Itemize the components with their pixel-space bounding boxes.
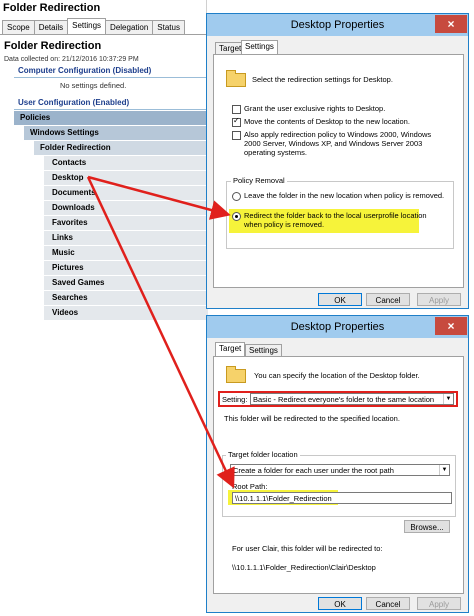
target-pane: You can specify the location of the Desk… <box>213 356 464 594</box>
close-icon[interactable]: × <box>435 317 467 335</box>
browse-button[interactable]: Browse... <box>404 520 450 533</box>
tab-settings[interactable]: Settings <box>241 40 278 55</box>
dialog-title: Desktop Properties <box>290 321 385 333</box>
setting-dropdown-value: Basic - Redirect everyone's folder to th… <box>253 395 435 404</box>
tree-folder-redirection[interactable]: Folder Redirection <box>34 141 206 155</box>
tree-item-links[interactable]: Links <box>44 231 208 246</box>
report-heading: Folder Redirection <box>4 40 102 52</box>
title-bar[interactable]: Desktop Properties × <box>207 316 468 338</box>
apply-button[interactable]: Apply <box>417 293 461 306</box>
move-contents-checkbox[interactable] <box>232 116 241 127</box>
legacy-os-checkbox[interactable] <box>232 131 241 140</box>
target-location-value: Create a folder for each user under the … <box>233 466 394 475</box>
setting-dropdown[interactable]: Basic - Redirect everyone's folder to th… <box>250 393 454 405</box>
section-line <box>14 77 206 78</box>
target-location-dropdown[interactable]: Create a folder for each user under the … <box>230 464 450 476</box>
tree-item-downloads[interactable]: Downloads <box>44 201 208 216</box>
tree-item-desktop[interactable]: Desktop <box>44 171 208 186</box>
gpmc-tabs: Scope Details Settings Delegation Status <box>2 18 185 34</box>
setting-label: Setting: <box>222 395 248 404</box>
redirect-note: This folder will be redirected to the sp… <box>224 414 400 423</box>
ok-button[interactable]: OK <box>318 597 362 610</box>
desktop-properties-settings-dialog: Desktop Properties × Target Settings Sel… <box>206 13 469 309</box>
ok-button[interactable]: OK <box>318 293 362 306</box>
tab-scope[interactable]: Scope <box>2 20 35 34</box>
tree-item-contacts[interactable]: Contacts <box>44 156 208 171</box>
folder-icon <box>226 366 246 383</box>
computer-config-section[interactable]: Computer Configuration (Disabled) <box>18 66 151 75</box>
gpo-title: Folder Redirection <box>3 2 101 14</box>
move-contents-label: Move the contents of Desktop to the new … <box>244 117 410 126</box>
tree-item-documents[interactable]: Documents <box>44 186 208 201</box>
tree-item-saved-games[interactable]: Saved Games <box>44 276 208 291</box>
chevron-down-icon: ▼ <box>439 465 449 475</box>
leave-folder-label: Leave the folder in the new location whe… <box>244 191 445 200</box>
section-line <box>14 109 206 110</box>
tab-status[interactable]: Status <box>152 20 185 34</box>
root-path-input[interactable]: \\10.1.1.1\Folder_Redirection <box>232 492 452 504</box>
user-config-section[interactable]: User Configuration (Enabled) <box>18 98 129 107</box>
redirect-path-text: \\10.1.1.1\Folder_Redirection\Clair\Desk… <box>232 563 376 572</box>
tab-divider <box>0 34 206 35</box>
tree-item-favorites[interactable]: Favorites <box>44 216 208 231</box>
desktop-properties-target-dialog: Desktop Properties × Target Settings You… <box>206 315 469 613</box>
title-bar[interactable]: Desktop Properties × <box>207 14 468 36</box>
for-user-note: For user Clair, this folder will be redi… <box>232 544 383 553</box>
tree-item-videos[interactable]: Videos <box>44 306 208 321</box>
tree-item-searches[interactable]: Searches <box>44 291 208 306</box>
cancel-button[interactable]: Cancel <box>366 597 410 610</box>
tab-delegation[interactable]: Delegation <box>105 20 154 34</box>
close-icon[interactable]: × <box>435 15 467 33</box>
cancel-button[interactable]: Cancel <box>366 293 410 306</box>
data-collected-text: Data collected on: 21/12/2016 10:37:29 P… <box>4 56 139 63</box>
apply-button[interactable]: Apply <box>417 597 461 610</box>
exclusive-rights-checkbox[interactable] <box>232 105 241 114</box>
chevron-down-icon: ▼ <box>443 394 453 404</box>
dialog-title: Desktop Properties <box>290 19 385 31</box>
leave-folder-radio[interactable] <box>232 192 241 201</box>
target-intro: You can specify the location of the Desk… <box>254 371 420 380</box>
redirect-back-radio[interactable] <box>232 212 241 221</box>
exclusive-rights-label: Grant the user exclusive rights to Deskt… <box>244 104 386 113</box>
settings-intro: Select the redirection settings for Desk… <box>252 75 393 84</box>
settings-pane: Select the redirection settings for Desk… <box>213 54 464 288</box>
gpmc-report-panel: Folder Redirection Scope Details Setting… <box>0 0 208 330</box>
legacy-os-label: Also apply redirection policy to Windows… <box>244 130 432 157</box>
tree-item-music[interactable]: Music <box>44 246 208 261</box>
redirect-back-label: Redirect the folder back to the local us… <box>244 211 427 229</box>
folder-icon <box>226 70 246 87</box>
no-settings-text: No settings defined. <box>60 81 127 90</box>
policy-removal-label: Policy Removal <box>231 176 287 185</box>
root-path-value: \\10.1.1.1\Folder_Redirection <box>235 494 332 503</box>
tab-details[interactable]: Details <box>33 20 69 34</box>
target-folder-label: Target folder location <box>226 450 300 459</box>
tree-policies[interactable]: Policies <box>14 111 206 125</box>
tree-windows-settings[interactable]: Windows Settings <box>24 126 206 140</box>
tree-item-pictures[interactable]: Pictures <box>44 261 208 276</box>
tab-settings[interactable]: Settings <box>67 18 107 34</box>
tab-target[interactable]: Target <box>215 342 246 357</box>
